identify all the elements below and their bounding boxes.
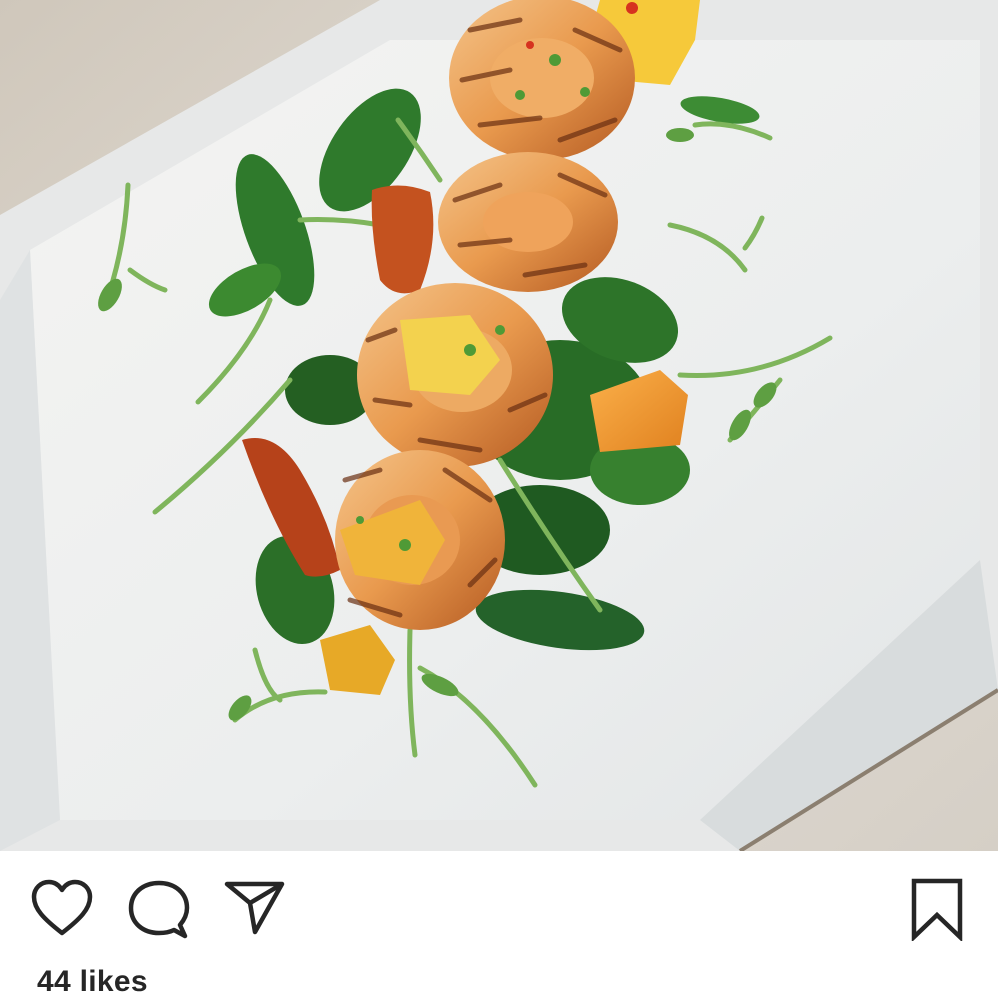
paper-plane-outline-icon: [224, 881, 285, 935]
post-photo-illustration: [0, 0, 998, 851]
post-action-bar: [0, 851, 998, 961]
comment-button[interactable]: [128, 879, 190, 941]
share-button[interactable]: [224, 879, 286, 937]
speech-bubble-outline-icon: [128, 880, 190, 939]
likes-count[interactable]: 44 likes: [37, 964, 148, 1000]
save-button[interactable]: [906, 877, 968, 941]
post-photo[interactable]: [0, 0, 998, 851]
like-button[interactable]: [30, 879, 94, 939]
heart-outline-icon: [31, 879, 93, 936]
bookmark-outline-icon: [911, 878, 963, 941]
